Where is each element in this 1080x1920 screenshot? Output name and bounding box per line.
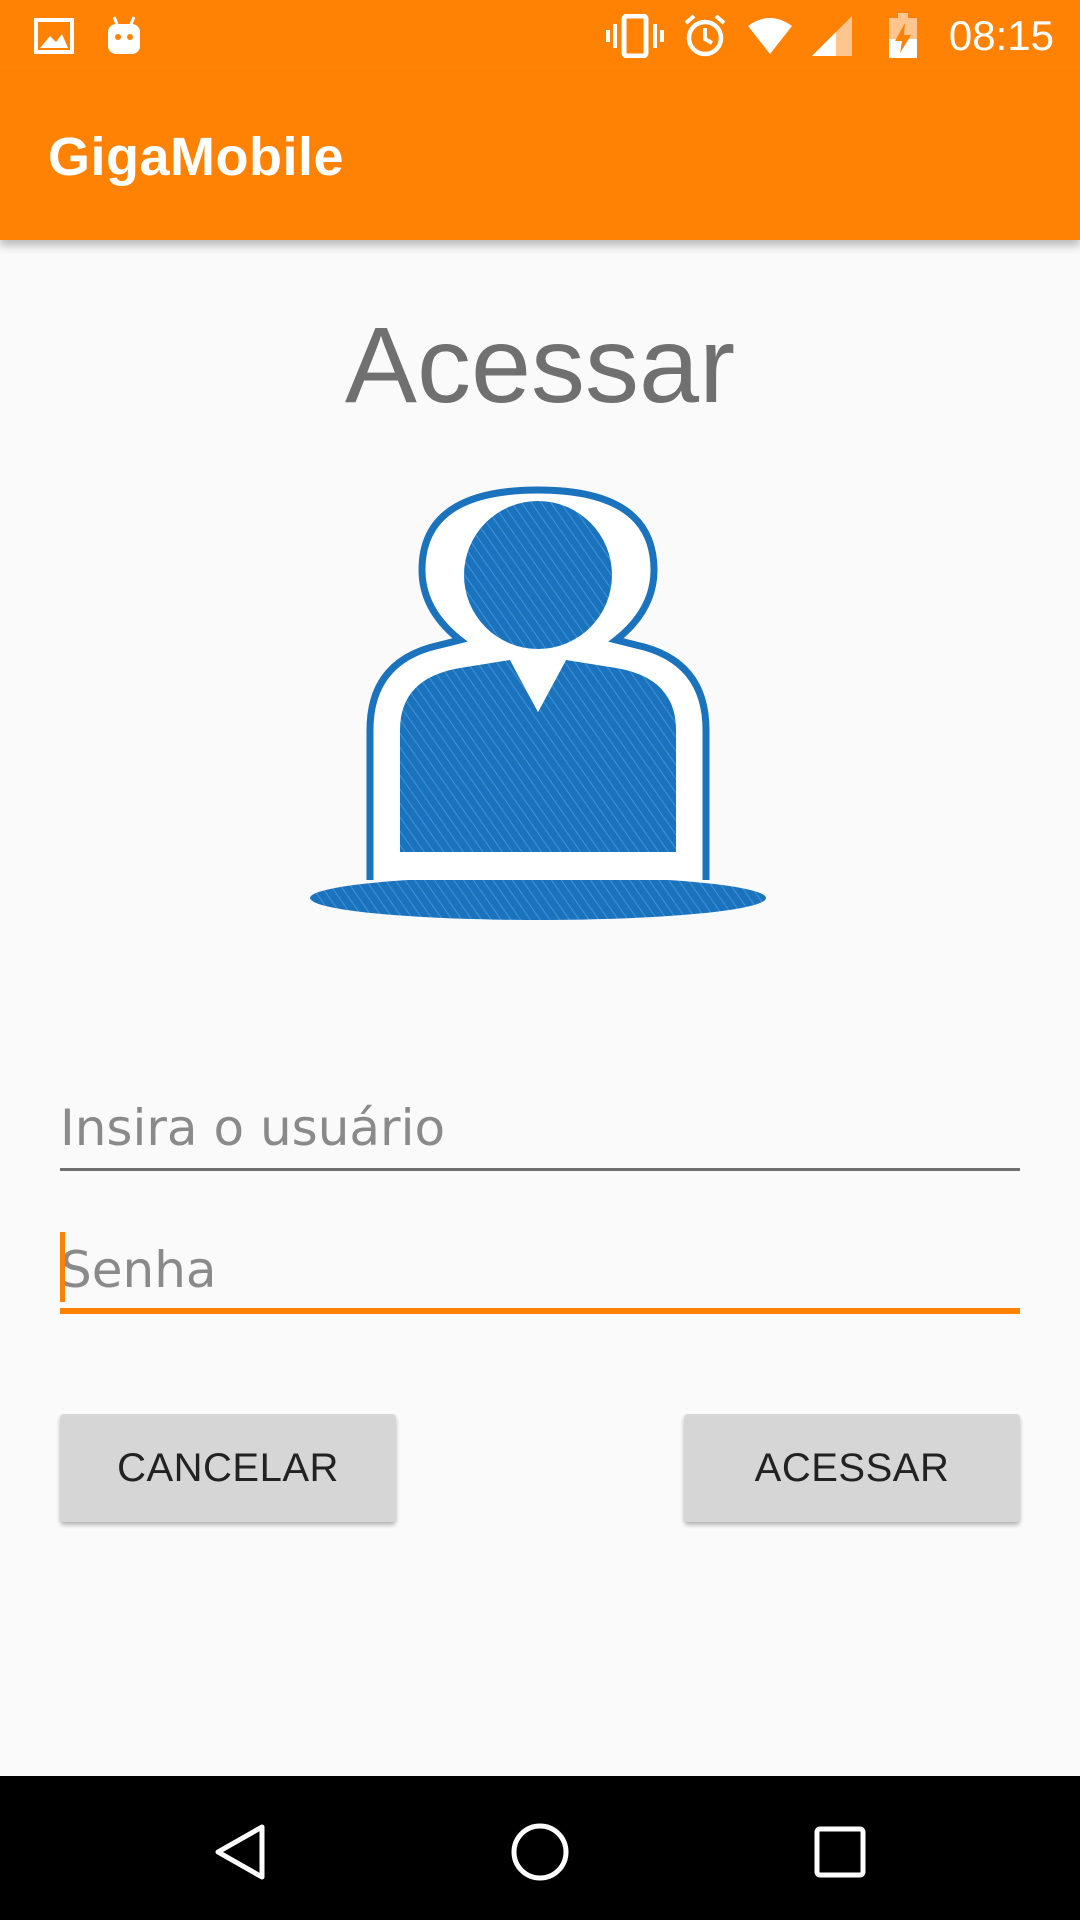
navigation-bar (0, 1776, 1080, 1920)
vibrate-icon (606, 12, 664, 60)
cancel-button[interactable]: CANCELAR (60, 1414, 396, 1522)
password-underline (60, 1308, 1020, 1314)
page-title: Acessar (344, 304, 736, 425)
back-icon[interactable] (200, 1812, 280, 1892)
battery-charging-icon (888, 12, 918, 60)
android-icon (104, 12, 144, 60)
cell-signal-icon (810, 12, 854, 60)
username-field[interactable] (60, 1088, 1020, 1172)
home-icon[interactable] (500, 1812, 580, 1892)
image-icon (34, 12, 74, 60)
app-title: GigaMobile (48, 127, 345, 187)
text-cursor (60, 1232, 65, 1302)
status-time: 08:15 (948, 12, 1054, 59)
wifi-icon (746, 12, 794, 60)
username-underline (60, 1168, 1020, 1171)
access-button[interactable]: ACESSAR (684, 1414, 1020, 1522)
username-input[interactable] (60, 1088, 1020, 1168)
user-avatar-icon (300, 480, 780, 920)
password-field[interactable] (60, 1230, 1020, 1314)
password-input[interactable] (60, 1230, 1020, 1310)
alarm-icon (682, 12, 728, 60)
status-bar: 08:15 (0, 0, 1080, 72)
app-toolbar: GigaMobile (0, 72, 1080, 240)
recents-icon[interactable] (800, 1812, 880, 1892)
